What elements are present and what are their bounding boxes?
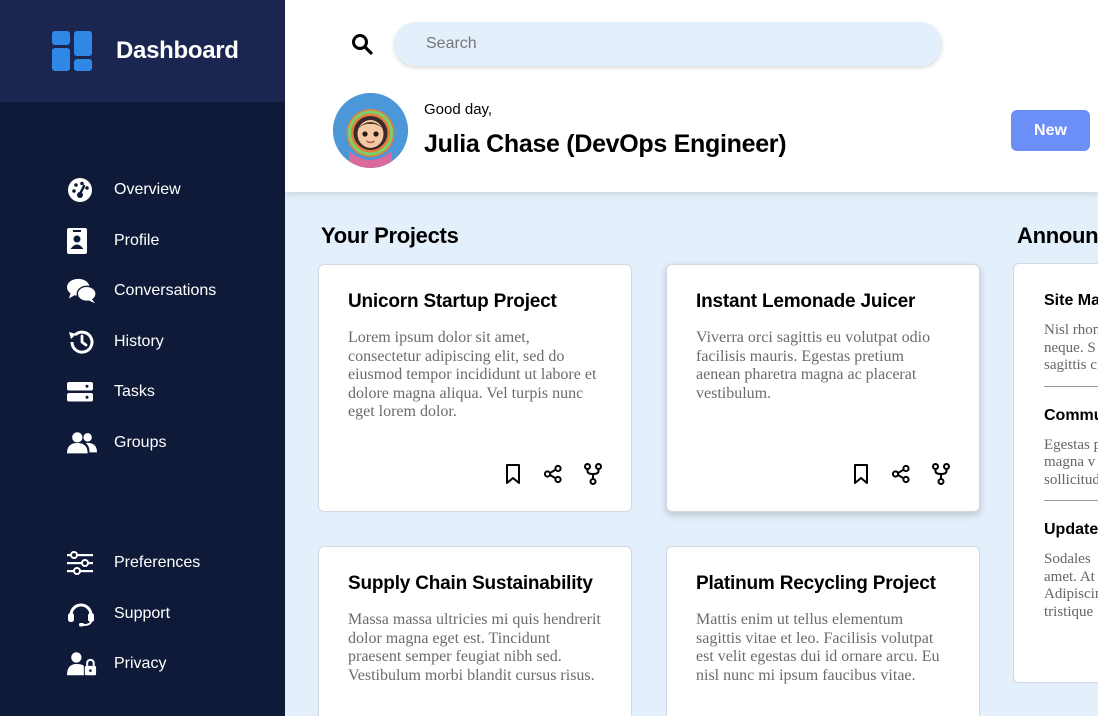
divider — [1044, 385, 1098, 387]
chat-bubbles-icon — [67, 277, 97, 305]
sidebar-item-label: Privacy — [114, 655, 167, 673]
sidebar-item-preferences[interactable]: Preferences — [0, 538, 285, 589]
announcement-title: Commu — [1044, 406, 1098, 424]
headset-icon — [67, 600, 97, 628]
sidebar-item-label: Profile — [114, 231, 160, 249]
announcement-line: sollicitud — [1044, 471, 1098, 488]
users-icon — [67, 429, 97, 457]
new-button[interactable]: New — [1011, 110, 1090, 151]
project-description: Viverra orci sagittis eu volutpat odio f… — [696, 329, 931, 402]
sidebar-main-nav: Overview Profile Conversations History T… — [0, 165, 285, 468]
share-icon[interactable] — [891, 463, 911, 485]
tasks-icon — [67, 378, 97, 406]
sidebar-item-profile[interactable]: Profile — [0, 216, 285, 267]
project-card[interactable]: Platinum Recycling Project Mattis enim u… — [666, 546, 980, 716]
divider — [1044, 500, 1098, 501]
card-actions — [503, 463, 603, 485]
announcement-line: Nisl rhon — [1044, 322, 1098, 338]
announcement-line: neque. S — [1044, 339, 1096, 356]
sidebar-item-support[interactable]: Support — [0, 589, 285, 640]
announcement-line: sagittis c — [1044, 357, 1097, 373]
project-title: Unicorn Startup Project — [348, 291, 557, 312]
announcement-line: magna v — [1044, 454, 1096, 470]
sidebar-item-tasks[interactable]: Tasks — [0, 367, 285, 418]
avatar[interactable] — [333, 93, 408, 168]
project-card[interactable]: Supply Chain Sustainability Massa massa … — [318, 546, 632, 716]
gauge-icon — [67, 176, 97, 204]
search-input[interactable] — [394, 22, 942, 66]
project-description: Lorem ipsum dolor sit amet, consectetur … — [348, 329, 597, 420]
sidebar-item-label: Preferences — [114, 554, 201, 572]
project-title: Supply Chain Sustainability — [348, 573, 593, 594]
announcement-item[interactable]: Updated Sodales amet. At Adipiscin trist… — [1044, 521, 1098, 621]
history-icon — [67, 328, 97, 356]
sidebar-item-privacy[interactable]: Privacy — [0, 639, 285, 690]
project-card[interactable]: Unicorn Startup Project Lorem ipsum dolo… — [318, 264, 632, 512]
announcement-title: Site Ma — [1044, 292, 1098, 309]
sidebar-item-groups[interactable]: Groups — [0, 418, 285, 469]
sidebar-item-history[interactable]: History — [0, 317, 285, 368]
announcements-card: Site Ma Nisl rhon neque. S sagittis c Co… — [1013, 263, 1098, 683]
sidebar-item-label: Support — [114, 604, 171, 622]
project-description: Massa massa ultricies mi quis hendrerit … — [348, 611, 601, 684]
sidebar-item-label: Overview — [114, 181, 181, 199]
id-badge-icon — [67, 227, 97, 255]
greeting-text: Good day, — [424, 101, 493, 118]
sidebar-item-label: Groups — [114, 433, 167, 451]
project-description: Mattis enim ut tellus elementum sagittis… — [696, 611, 940, 684]
brand-title: Dashboard — [116, 37, 239, 64]
bookmark-icon[interactable] — [851, 463, 871, 485]
share-icon[interactable] — [543, 463, 563, 485]
card-actions — [851, 463, 951, 485]
project-title: Instant Lemonade Juicer — [696, 291, 916, 312]
sidebar-item-label: History — [114, 332, 164, 350]
announcement-line: Sodales — [1044, 551, 1091, 567]
announcements-title: Announce — [1017, 223, 1098, 248]
fork-icon[interactable] — [583, 463, 603, 485]
brand-header[interactable]: Dashboard — [0, 0, 285, 102]
sidebar-item-overview[interactable]: Overview — [0, 165, 285, 216]
sidebar-item-label: Tasks — [114, 383, 155, 401]
dashboard-logo-icon — [52, 31, 92, 71]
user-lock-icon — [67, 650, 97, 678]
user-name: Julia Chase (DevOps Engineer) — [424, 130, 787, 158]
announcement-line: tristique — [1044, 603, 1094, 620]
sliders-icon — [67, 549, 97, 577]
sidebar: Dashboard Overview Profile Conversations… — [0, 0, 285, 716]
project-card[interactable]: Instant Lemonade Juicer Viverra orci sag… — [666, 264, 980, 512]
project-title: Platinum Recycling Project — [696, 573, 936, 594]
sidebar-bottom-nav: Preferences Support Privacy — [0, 538, 285, 690]
announcement-item[interactable]: Site Ma Nisl rhon neque. S sagittis c — [1044, 292, 1098, 375]
search-icon[interactable] — [351, 33, 373, 55]
announcement-item[interactable]: Commu Egestas p magna v sollicitud — [1044, 407, 1098, 490]
sidebar-item-conversations[interactable]: Conversations — [0, 266, 285, 317]
announcement-title: Updated — [1044, 521, 1098, 538]
projects-title: Your Projects — [321, 223, 459, 248]
announcement-line: amet. At — [1044, 568, 1095, 585]
fork-icon[interactable] — [931, 463, 951, 485]
bookmark-icon[interactable] — [503, 463, 523, 485]
announcement-line: Adipiscin — [1044, 586, 1098, 602]
top-header: Good day, Julia Chase (DevOps Engineer) … — [285, 0, 1098, 192]
announcement-line: Egestas p — [1044, 436, 1098, 453]
sidebar-item-label: Conversations — [114, 282, 217, 300]
